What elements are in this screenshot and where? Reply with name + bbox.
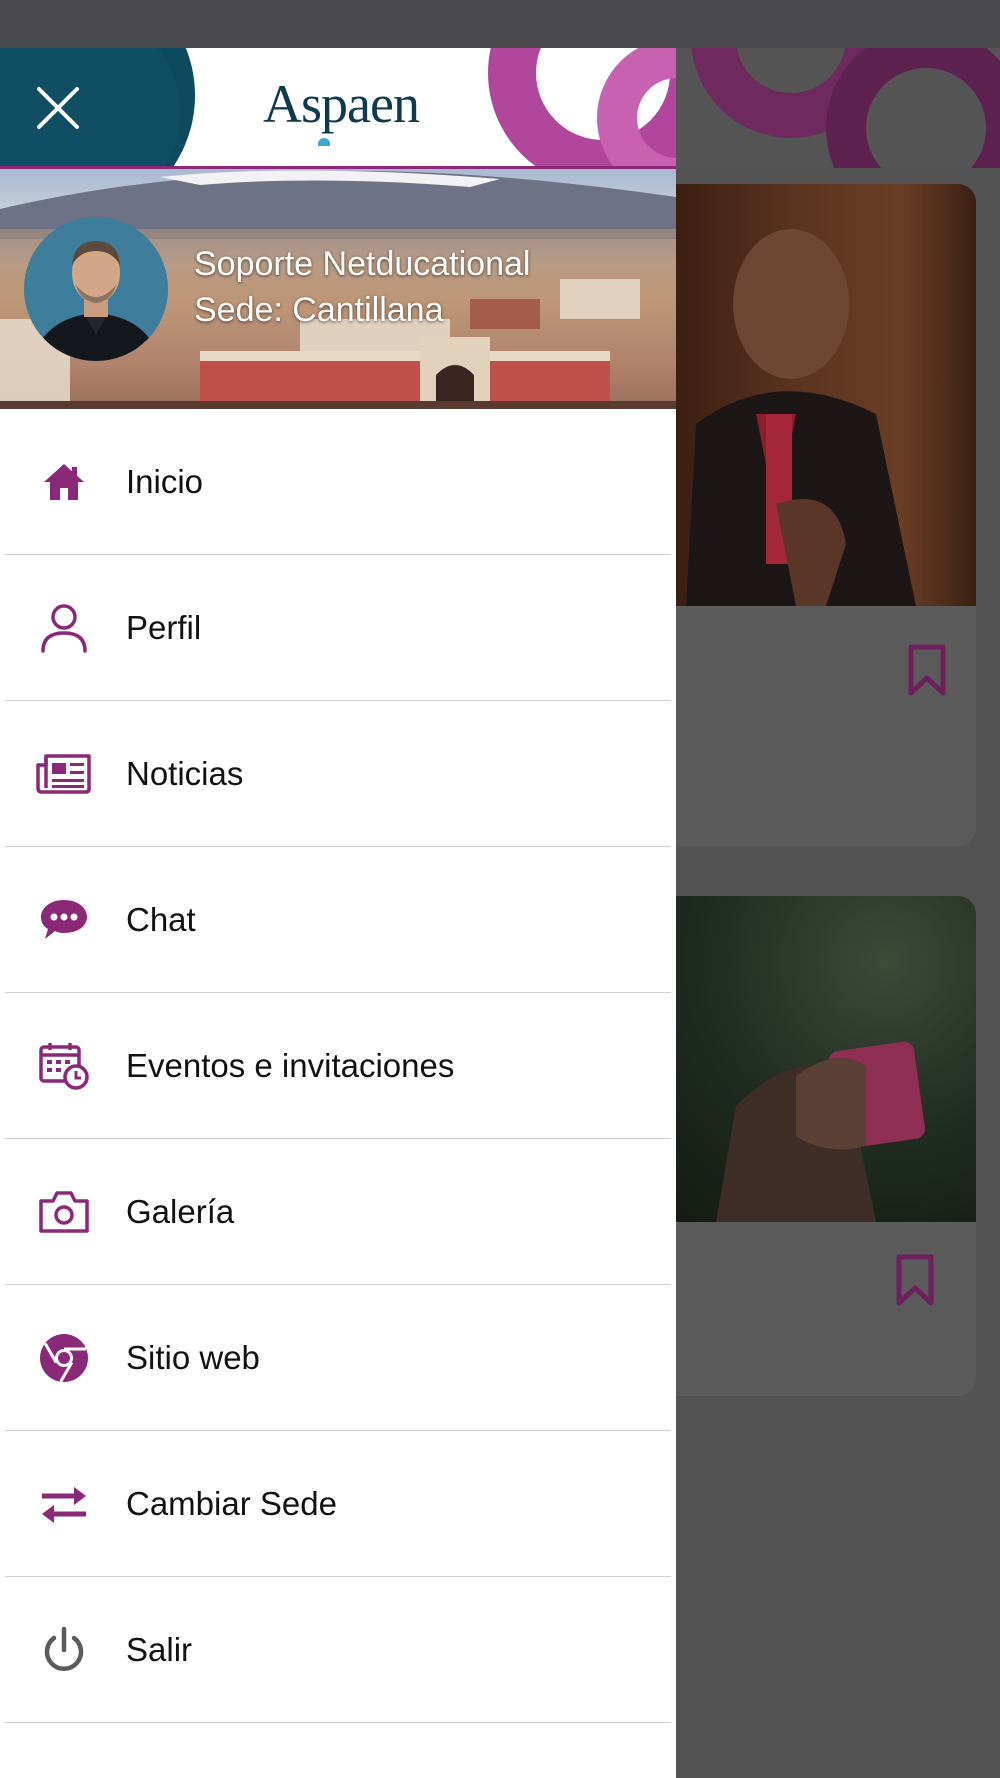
close-button[interactable] bbox=[28, 78, 88, 138]
menu-item-galeria[interactable]: Galería bbox=[0, 1139, 676, 1285]
chat-icon bbox=[34, 890, 94, 950]
menu-item-label: Inicio bbox=[126, 463, 204, 500]
menu-item-label: Perfil bbox=[126, 609, 202, 646]
newspaper-icon bbox=[34, 744, 94, 804]
menu-item-label: Galería bbox=[126, 1193, 235, 1230]
brand-logo-dot bbox=[318, 138, 330, 146]
menu-item-salir[interactable]: Salir bbox=[0, 1577, 676, 1723]
brand-logo: Aspaen bbox=[263, 74, 423, 146]
user-name: Soporte Netducational bbox=[194, 245, 531, 283]
brand-logo-text: Aspaen bbox=[263, 74, 420, 134]
background-header bbox=[676, 48, 1000, 168]
profile-cover: Soporte Netducational Sede: Cantillana bbox=[0, 169, 676, 409]
news-photo bbox=[676, 896, 976, 1222]
status-bar bbox=[0, 0, 1000, 48]
swap-icon bbox=[34, 1474, 94, 1534]
menu-item-cambiar-sede[interactable]: Cambiar Sede bbox=[0, 1431, 676, 1577]
power-icon bbox=[34, 1620, 94, 1680]
close-icon bbox=[37, 87, 79, 129]
news-card[interactable] bbox=[676, 184, 976, 846]
chrome-icon bbox=[34, 1328, 94, 1388]
drawer-menu: Inicio Perfil Noticias Chat Eventos e in… bbox=[0, 409, 676, 1723]
menu-item-eventos[interactable]: Eventos e invitaciones bbox=[0, 993, 676, 1139]
user-site: Sede: Cantillana bbox=[194, 291, 444, 329]
home-icon bbox=[34, 452, 94, 512]
news-card[interactable] bbox=[676, 896, 976, 1396]
menu-item-label: Noticias bbox=[126, 755, 244, 792]
user-icon bbox=[34, 598, 94, 658]
news-photo bbox=[676, 184, 976, 606]
background-content bbox=[676, 48, 1000, 1778]
menu-item-inicio[interactable]: Inicio bbox=[0, 409, 676, 555]
menu-item-label: Eventos e invitaciones bbox=[126, 1047, 455, 1084]
navigation-drawer: Aspaen Soporte Netducational Sede: Canti… bbox=[0, 48, 676, 1778]
bookmark-icon[interactable] bbox=[896, 1254, 934, 1306]
camera-icon bbox=[34, 1182, 94, 1242]
menu-item-label: Chat bbox=[126, 901, 196, 938]
menu-item-label: Sitio web bbox=[126, 1339, 260, 1376]
drawer-header: Aspaen bbox=[0, 48, 676, 169]
menu-item-label: Salir bbox=[126, 1631, 193, 1668]
calendar-clock-icon bbox=[34, 1036, 94, 1096]
menu-item-noticias[interactable]: Noticias bbox=[0, 701, 676, 847]
menu-item-sitio-web[interactable]: Sitio web bbox=[0, 1285, 676, 1431]
user-photo bbox=[24, 217, 168, 361]
bookmark-icon[interactable] bbox=[908, 644, 946, 696]
menu-item-perfil[interactable]: Perfil bbox=[0, 555, 676, 701]
avatar[interactable] bbox=[24, 217, 168, 361]
menu-item-chat[interactable]: Chat bbox=[0, 847, 676, 993]
menu-item-label: Cambiar Sede bbox=[126, 1485, 337, 1522]
